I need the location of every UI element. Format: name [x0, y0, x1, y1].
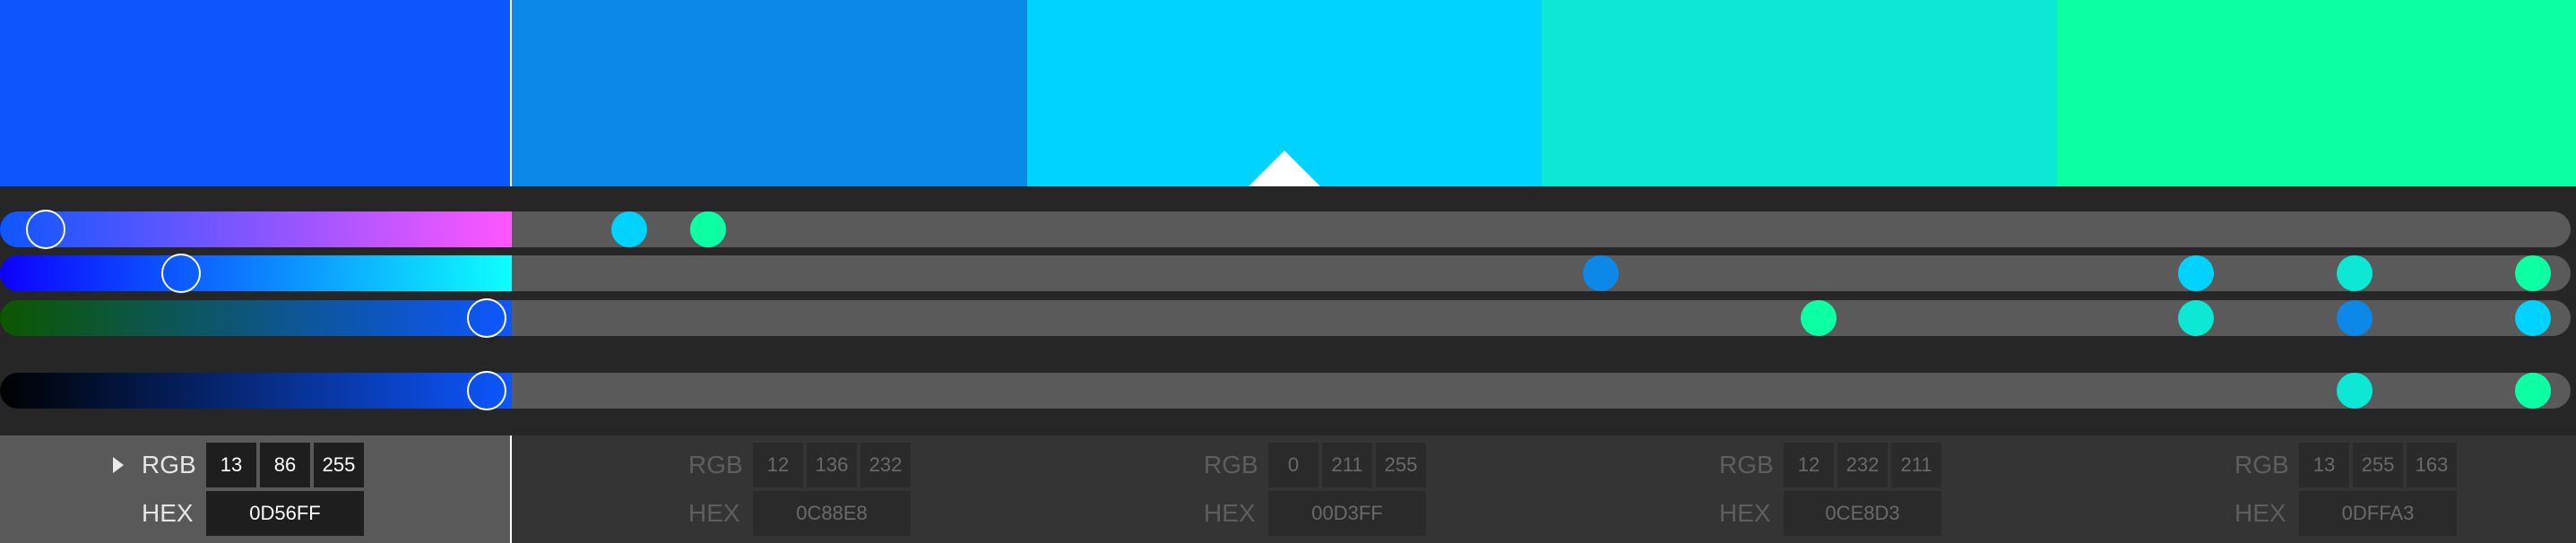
slider-dot	[1582, 255, 1619, 291]
hex-label: HEX	[1719, 499, 1771, 527]
color-swatch[interactable]	[0, 0, 512, 186]
blue-slider-handle[interactable]	[466, 298, 506, 338]
slider-dot	[2177, 255, 2214, 291]
red-value-field[interactable]: 0	[1268, 443, 1318, 487]
slider-dot	[2336, 373, 2373, 409]
hex-value-field[interactable]: 00D3FF	[1268, 491, 1426, 536]
brightness-slider-track[interactable]	[0, 373, 512, 409]
hex-label: HEX	[688, 499, 740, 527]
red-value-field[interactable]: 12	[1784, 443, 1834, 487]
slider-dot	[610, 211, 647, 247]
green-value-field[interactable]: 136	[807, 443, 857, 487]
hex-label: HEX	[142, 499, 194, 527]
play-triangle-icon[interactable]	[113, 457, 124, 473]
blue-value-field[interactable]: 255	[314, 443, 364, 487]
slider-dot	[2515, 300, 2551, 336]
slider-dot	[2515, 373, 2551, 409]
brightness-slider-handle[interactable]	[466, 371, 506, 410]
green-slider-group-track	[512, 255, 2571, 291]
blue-slider-track[interactable]	[0, 300, 512, 336]
hex-label: HEX	[1204, 499, 1256, 527]
brightness-slider-group-track	[512, 373, 2571, 409]
blue-value-field[interactable]: 163	[2407, 443, 2457, 487]
green-value-field[interactable]: 211	[1322, 443, 1372, 487]
blue-value-field[interactable]: 211	[1891, 443, 1941, 487]
red-value-field[interactable]: 12	[753, 443, 803, 487]
blue-value-field[interactable]: 232	[860, 443, 911, 487]
triangle-up-icon	[1249, 151, 1320, 186]
color-swatch[interactable]	[2057, 0, 2576, 186]
blue-value-field[interactable]: 255	[1376, 443, 1426, 487]
rgb-label: RGB	[688, 451, 743, 478]
slider-dot	[2336, 255, 2373, 291]
green-slider-handle[interactable]	[160, 254, 201, 293]
red-slider-group-track	[512, 211, 2571, 247]
rgb-label: RGB	[142, 451, 196, 478]
color-swatch[interactable]	[1542, 0, 2057, 186]
slider-dot	[2336, 300, 2373, 336]
green-slider-track[interactable]	[0, 255, 512, 291]
slider-dot	[690, 211, 727, 247]
red-slider-handle[interactable]	[25, 210, 65, 249]
green-value-field[interactable]: 232	[1837, 443, 1888, 487]
red-value-field[interactable]: 13	[206, 443, 256, 487]
slider-dot	[2177, 300, 2214, 336]
hex-value-field[interactable]: 0CE8D3	[1784, 491, 1941, 536]
color-swatch[interactable]	[512, 0, 1027, 186]
hex-value-field[interactable]: 0C88E8	[753, 491, 911, 536]
green-value-field[interactable]: 255	[2353, 443, 2403, 487]
hex-value-field[interactable]: 0D56FF	[206, 491, 364, 536]
red-value-field[interactable]: 13	[2299, 443, 2349, 487]
rgb-label: RGB	[1719, 451, 1774, 478]
rgb-label: RGB	[1204, 451, 1258, 478]
slider-dot	[2515, 255, 2551, 291]
hex-label: HEX	[2235, 499, 2286, 527]
red-slider-track[interactable]	[0, 211, 512, 247]
blue-slider-group-track	[512, 300, 2571, 336]
green-value-field[interactable]: 86	[260, 443, 310, 487]
rgb-label: RGB	[2235, 451, 2289, 478]
hex-value-field[interactable]: 0DFFA3	[2299, 491, 2457, 536]
